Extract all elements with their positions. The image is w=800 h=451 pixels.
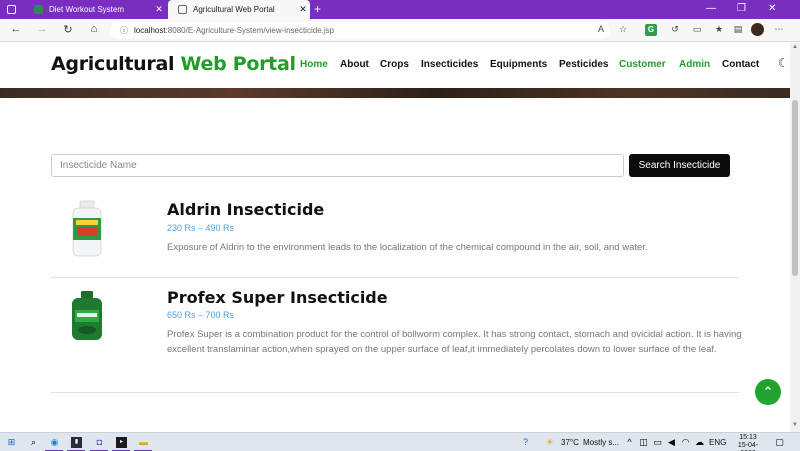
- tab-favicon-icon: [178, 5, 187, 14]
- scroll-down-icon[interactable]: ▼: [792, 422, 798, 428]
- hero-banner: [0, 88, 790, 98]
- weather-temp[interactable]: 37°C: [561, 438, 579, 447]
- nav-pesticides[interactable]: Pesticides: [559, 59, 608, 70]
- chevron-up-icon: ⌃: [762, 384, 774, 399]
- weather-icon[interactable]: ☀: [544, 437, 555, 448]
- edge-icon[interactable]: ◉: [49, 437, 60, 448]
- language-indicator[interactable]: ENG: [709, 438, 726, 447]
- browser-tab-bar: Diet Workout System ✕ Agricultural Web P…: [0, 0, 800, 19]
- terminal-icon[interactable]: ▮: [71, 437, 82, 448]
- profile-avatar[interactable]: [751, 23, 764, 36]
- favorite-icon[interactable]: ☆: [616, 24, 630, 35]
- nav-customer[interactable]: Customer: [619, 59, 666, 70]
- product-title[interactable]: Profex Super Insecticide: [167, 288, 388, 307]
- collections-icon[interactable]: ▤: [731, 24, 745, 35]
- battery-icon[interactable]: ▭: [652, 437, 663, 448]
- split-screen-icon[interactable]: ▭: [690, 24, 704, 35]
- site-brand[interactable]: Agricultural Web Portal: [51, 53, 296, 75]
- tab-diet-workout[interactable]: Diet Workout System ✕: [24, 0, 166, 19]
- tab-agricultural-portal[interactable]: Agricultural Web Portal ✕: [168, 0, 310, 19]
- read-aloud-icon[interactable]: A: [594, 24, 608, 34]
- tab-label: Agricultural Web Portal: [193, 5, 275, 14]
- insecticide-search-input[interactable]: [51, 154, 624, 177]
- refresh-page-icon[interactable]: ↺: [668, 24, 682, 35]
- product-price: 230 Rs – 490 Rs: [167, 223, 235, 233]
- product-card: Profex Super Insecticide 650 Rs – 700 Rs…: [51, 278, 742, 393]
- volume-icon[interactable]: ◀: [666, 437, 677, 448]
- tab-label: Diet Workout System: [49, 5, 124, 14]
- aldrin-bottle-image: [72, 200, 102, 257]
- product-description: Exposure of Aldrin to the environment le…: [167, 242, 648, 253]
- search-icon[interactable]: ⌕: [28, 437, 39, 448]
- cloud-icon[interactable]: ☁: [694, 437, 705, 448]
- tab-favicon-icon: [34, 5, 43, 14]
- favorites-bar-icon[interactable]: ★: [712, 24, 726, 35]
- dark-mode-icon[interactable]: ☾: [778, 56, 789, 70]
- back-icon[interactable]: ←: [8, 23, 24, 35]
- nav-admin[interactable]: Admin: [679, 59, 710, 70]
- product-description: Profex Super is a combination product fo…: [167, 329, 742, 355]
- help-icon[interactable]: ?: [520, 437, 531, 448]
- window-menu-icon[interactable]: [7, 5, 16, 14]
- back-to-top-button[interactable]: ⌃: [755, 379, 781, 405]
- scrollbar-thumb[interactable]: [792, 100, 798, 276]
- extension-icon[interactable]: G: [645, 24, 657, 36]
- nav-contact[interactable]: Contact: [722, 59, 759, 70]
- nav-equipments[interactable]: Equipments: [490, 59, 547, 70]
- close-window-icon[interactable]: ✕: [768, 3, 776, 14]
- forward-icon[interactable]: →: [34, 23, 50, 35]
- camera-icon[interactable]: ◫: [638, 437, 649, 448]
- info-icon[interactable]: ⓘ: [120, 25, 128, 36]
- url-path: :8080/E-Agriculture-System/view-insectic…: [165, 26, 335, 35]
- close-tab-icon[interactable]: ✕: [152, 4, 166, 15]
- close-tab-icon[interactable]: ✕: [296, 4, 310, 15]
- product-card: Aldrin Insecticide 230 Rs – 490 Rs Expos…: [51, 190, 739, 278]
- nav-about[interactable]: About: [340, 59, 369, 70]
- minimize-icon[interactable]: —: [706, 3, 716, 14]
- profex-bottle-image: [72, 291, 102, 340]
- home-icon[interactable]: ⌂: [86, 23, 102, 35]
- url-host: localhost: [134, 26, 166, 35]
- chevron-up-icon[interactable]: ^: [624, 437, 635, 448]
- product-price: 650 Rs – 700 Rs: [167, 310, 235, 320]
- network-icon[interactable]: ◠: [680, 437, 691, 448]
- scroll-up-icon[interactable]: ▲: [792, 44, 798, 50]
- nav-insecticides[interactable]: Insecticides: [421, 59, 478, 70]
- clock[interactable]: 15:13 15-04-2022: [732, 434, 764, 451]
- brand-text: Agricultural: [51, 53, 175, 75]
- restore-icon[interactable]: ❐: [737, 3, 746, 14]
- windows-start-icon[interactable]: ⊞: [6, 437, 17, 448]
- brand-text-green: Web Portal: [180, 53, 296, 75]
- nav-crops[interactable]: Crops: [380, 59, 409, 70]
- url-field[interactable]: ⓘ localhost:8080/E-Agriculture-System/vi…: [110, 22, 610, 39]
- notifications-icon[interactable]: ▢: [774, 437, 785, 448]
- new-tab-icon[interactable]: +: [314, 2, 321, 16]
- app-icon[interactable]: ◘: [94, 437, 105, 448]
- refresh-icon[interactable]: ↻: [60, 23, 76, 36]
- site-header: Agricultural Web Portal Home About Crops…: [0, 42, 790, 88]
- search-insecticide-button[interactable]: Search Insecticide: [629, 154, 730, 177]
- weather-description[interactable]: Mostly s...: [583, 438, 619, 447]
- windows-taskbar: ⊞ ⌕ ◉ ▮ ◘ ▸ ▬ ? ☀ 37°C Mostly s... ^ ◫ ▭…: [0, 432, 800, 451]
- more-options-icon[interactable]: ⋯: [772, 24, 786, 35]
- clock-date: 15-04-2022: [737, 442, 759, 451]
- cmd-icon[interactable]: ▸: [116, 437, 127, 448]
- product-title[interactable]: Aldrin Insecticide: [167, 200, 324, 219]
- clock-time: 15:13: [739, 434, 757, 441]
- address-toolbar: ← → ↻ ⌂ ⓘ localhost:8080/E-Agriculture-S…: [0, 19, 800, 42]
- file-explorer-icon[interactable]: ▬: [138, 437, 149, 448]
- nav-home[interactable]: Home: [300, 59, 328, 70]
